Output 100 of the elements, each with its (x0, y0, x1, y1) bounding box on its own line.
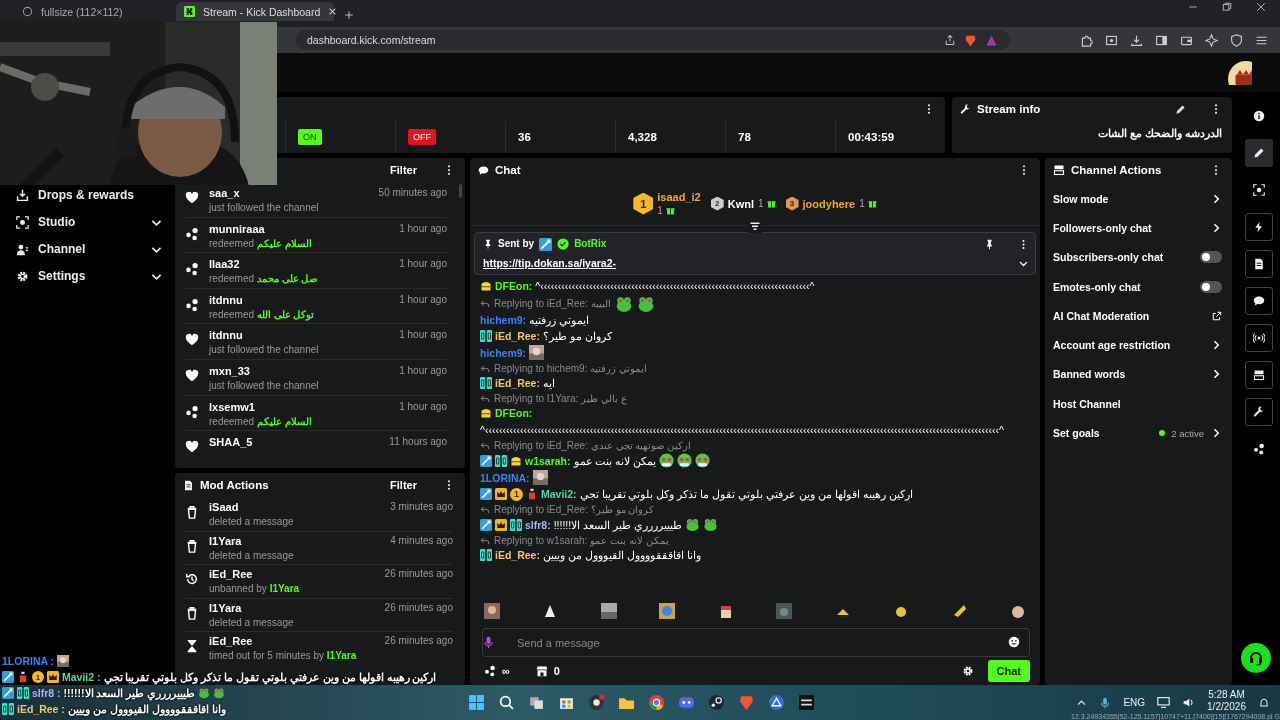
store-icon (535, 665, 548, 677)
action-item[interactable]: Slow mode (1045, 184, 1232, 214)
emoji-icon (1008, 636, 1020, 648)
hat-badge-icon (480, 407, 492, 419)
sidebar-item[interactable]: Drops & rewards (16, 185, 163, 205)
address-bar[interactable]: dashboard.kick.com/stream (295, 30, 1010, 50)
edit-button[interactable] (1175, 103, 1186, 115)
taskbar-icon[interactable] (648, 694, 665, 711)
puzzle-icon (1080, 33, 1093, 47)
browser-tab[interactable]: Stream - Kick Dashboard (176, 2, 334, 21)
message-text: يمكن لانه بنت عمو (573, 453, 657, 468)
sidebar-item[interactable]: Settings (16, 266, 163, 286)
hat-badge-icon (510, 454, 522, 467)
timestamp: 11 hours ago (389, 436, 447, 448)
rank-badge: 1 (633, 192, 654, 215)
close-window-button[interactable] (1256, 2, 1266, 12)
language-indicator[interactable]: ENG (1123, 697, 1146, 708)
taskbar-icon[interactable] (768, 694, 785, 711)
action-item[interactable]: Account age restriction (1045, 330, 1232, 360)
potion-badge-icon (526, 488, 538, 500)
rail-button[interactable] (1244, 287, 1273, 315)
pin-icon (984, 238, 995, 250)
emote-icon (776, 603, 793, 619)
rail-button[interactable] (1244, 139, 1273, 167)
message-text: وانا اقاقققوووول القيووول من وييين (542, 548, 701, 562)
reply-context: Replying to iEd_Ree: البيبه (494, 297, 611, 311)
crown-badge-icon (47, 671, 59, 683)
action-item[interactable]: AI Chat Moderation (1045, 301, 1232, 331)
panel-title: Mod Actions (200, 479, 269, 491)
support-button[interactable] (1241, 643, 1271, 673)
pin-button[interactable] (984, 238, 995, 250)
sword-badge-icon (539, 237, 553, 251)
restore-button[interactable] (1222, 2, 1232, 12)
reply-icon (480, 364, 490, 374)
toggle-switch[interactable] (1200, 251, 1222, 264)
wrench-icon (1252, 406, 1265, 418)
browser-tab[interactable]: fullsize (112×112) (14, 2, 172, 21)
action-item[interactable]: Followers-only chat (1045, 213, 1232, 243)
layout-icon (1252, 369, 1265, 381)
username: iEd_Ree (209, 568, 254, 580)
search-icon (498, 694, 515, 711)
action-item[interactable]: Subscribers-only chat (1045, 242, 1232, 272)
globe-icon (22, 6, 33, 17)
action-item[interactable]: Set goals 2 active (1045, 418, 1232, 448)
username: iEd_Ree (209, 635, 254, 647)
clock[interactable]: 5:28 AM 1/2/2026 (1207, 689, 1246, 712)
action-text: unbanned by I1Yara (209, 583, 301, 594)
send-button[interactable]: Chat (987, 660, 1030, 682)
message-text: ^‹‹‹‹‹‹‹‹‹‹‹‹‹‹‹‹‹‹‹‹‹‹‹‹‹‹‹‹‹‹‹‹‹‹‹‹‹‹‹‹‹‹‹‹‹‹‹‹‹‹‹‹‹‹‹‹‹‹‹‹‹‹‹‹‹‹‹‹‹‹‹‹‹‹‹‹‹^ (535, 279, 815, 293)
shield-app-icon (738, 694, 755, 711)
restore-window-icon (1222, 2, 1232, 12)
username: isaad_i2 (657, 191, 701, 203)
filter-button[interactable]: Filter (390, 164, 417, 176)
filter-button[interactable]: Filter (390, 479, 417, 491)
broadcast-icon (1252, 332, 1265, 344)
sidebar-item-icon (16, 242, 29, 256)
action-text: deleted a message (209, 549, 295, 561)
username: saa_x (209, 187, 241, 199)
chat-bubble-icon (1252, 295, 1265, 307)
trash-icon (185, 538, 199, 553)
rail-button[interactable] (1244, 324, 1273, 352)
gift-count: 1 (758, 198, 764, 209)
rail-button[interactable] (1244, 398, 1273, 426)
panel-icon (1155, 33, 1168, 47)
taskbar-icon[interactable] (588, 694, 605, 711)
stat-value: 4,328 (628, 131, 657, 143)
action-item[interactable]: Emotes-only chat (1045, 271, 1232, 302)
rank-badge: 3 (785, 196, 799, 211)
heart-icon (185, 333, 199, 348)
panel-title: Channel Actions (1071, 164, 1162, 176)
frog-emote-icon (702, 517, 718, 532)
rail-button[interactable] (1244, 213, 1273, 241)
stat-value: 78 (738, 131, 751, 143)
frog-emote-icon (614, 295, 633, 313)
toggle-switch[interactable] (1200, 280, 1222, 293)
heart-icon (185, 191, 199, 205)
username: I1Yara (209, 601, 243, 614)
sidebar-item[interactable]: Studio (16, 212, 163, 232)
taskbar-icon[interactable] (498, 694, 515, 711)
message-input[interactable]: Send a message (482, 628, 1030, 657)
new-tab-button[interactable] (344, 9, 354, 20)
taskbar-icon[interactable] (798, 694, 815, 711)
action-item[interactable]: Host Channel (1045, 389, 1232, 419)
wrench-icon (960, 103, 971, 115)
emote-icon (659, 603, 676, 619)
sidebar-item[interactable]: Channel (16, 239, 163, 259)
taskbar-icon[interactable] (678, 694, 695, 711)
timestamp: 26 minutes ago (384, 635, 453, 646)
rank-badge: 1 (32, 671, 44, 683)
taskbar-icon[interactable] (708, 694, 725, 711)
link[interactable]: https://tip.dokan.sa/iyara2- (483, 256, 617, 270)
rail-button[interactable] (1244, 250, 1273, 278)
settings-button[interactable] (961, 665, 974, 677)
document-icon (183, 479, 194, 491)
focus-icon (1252, 184, 1265, 196)
username: iEd_Ree: (495, 548, 540, 562)
activity-text: just followed the channel (209, 202, 320, 213)
action-item[interactable]: Banned words (1045, 359, 1232, 390)
rail-button[interactable] (1244, 361, 1273, 389)
info-icon (1252, 110, 1265, 122)
